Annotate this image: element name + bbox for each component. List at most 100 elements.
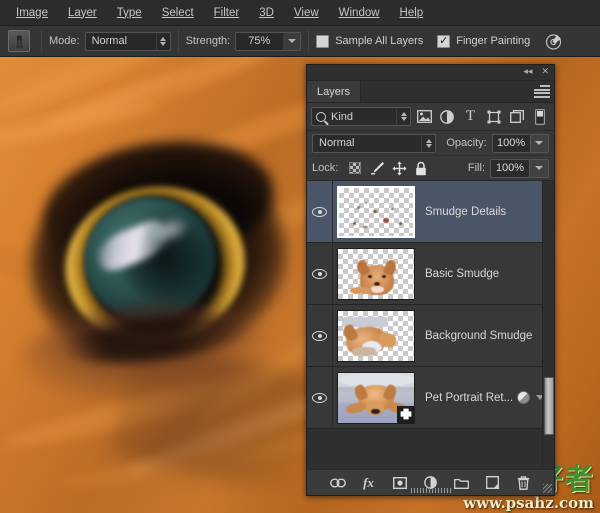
close-panel-icon[interactable]: ✕ <box>541 68 549 77</box>
table-row[interactable]: Pet Portrait Ret... <box>307 367 554 429</box>
menu-item-type-label: Type <box>116 6 142 19</box>
layer-name: Smudge Details <box>425 205 507 218</box>
add-layer-mask-icon[interactable] <box>392 475 408 491</box>
new-layer-icon[interactable] <box>485 475 501 491</box>
photoshop-window: Image Layer Type Select Filter 3D View W… <box>0 0 600 513</box>
filter-shape-icon[interactable] <box>484 107 504 127</box>
panel-title-bar[interactable]: ◂◂ ✕ <box>307 65 554 81</box>
link-layers-icon[interactable] <box>329 475 346 491</box>
table-row[interactable]: Background Smudge <box>307 305 554 367</box>
smart-object-badge-icon <box>397 405 414 423</box>
finger-painting-checkbox[interactable]: ✓ Finger Painting <box>437 34 531 48</box>
tab-layers[interactable]: Layers <box>307 81 362 102</box>
tablet-pressure-glyph <box>546 33 562 50</box>
menu-item-filter[interactable]: Filter <box>204 4 250 22</box>
menu-item-select[interactable]: Select <box>152 4 204 22</box>
link-glyph <box>329 478 346 487</box>
tablet-pressure-icon[interactable] <box>544 32 563 51</box>
fill-value: 100% <box>495 162 525 174</box>
scrollbar[interactable] <box>542 181 554 469</box>
menu-item-layer[interactable]: Layer <box>58 4 107 22</box>
scrollbar-thumb[interactable] <box>544 377 554 435</box>
filter-smartobject-icon[interactable] <box>507 107 527 127</box>
lock-position-icon[interactable] <box>389 159 409 177</box>
trash-glyph <box>517 475 530 490</box>
menu-item-window[interactable]: Window <box>329 4 390 22</box>
smudge-tool-icon[interactable] <box>8 30 30 52</box>
blend-mode-row: Normal Opacity: 100% <box>307 131 554 156</box>
filter-pixel-icon[interactable] <box>414 107 434 127</box>
strength-field[interactable]: 75% <box>235 31 302 51</box>
layer-name: Pet Portrait Ret... <box>425 391 514 404</box>
eye-icon <box>312 330 327 341</box>
menu-item-3d[interactable]: 3D <box>249 4 284 22</box>
mode-spinner-icon[interactable] <box>155 32 170 50</box>
fill-field[interactable]: 100% <box>490 158 530 178</box>
menu-item-view-label: View <box>293 6 319 19</box>
opacity-label: Opacity: <box>446 137 487 149</box>
menu-item-help[interactable]: Help <box>390 4 434 22</box>
layer-thumbnail <box>337 309 415 362</box>
menu-item-type[interactable]: Type <box>107 4 152 22</box>
sample-all-layers-checkbox[interactable]: ✓ Sample All Layers <box>316 34 423 48</box>
layers-panel: ◂◂ ✕ Layers Kind T Normal Opacity: 100% … <box>306 64 555 496</box>
layer-thumbnail-cell[interactable] <box>333 367 419 428</box>
layer-style-fx-icon[interactable]: fx <box>361 475 377 491</box>
new-layer-glyph <box>486 476 499 489</box>
panel-menu-icon[interactable] <box>534 85 550 98</box>
filter-smartobject-glyph <box>509 109 524 123</box>
menu-item-filter-label: Filter <box>213 6 240 19</box>
strength-dropdown-icon[interactable] <box>282 32 301 50</box>
layer-list[interactable]: Smudge Details Basic Smudge Background S… <box>307 181 554 469</box>
eye-icon <box>312 268 327 279</box>
panel-resize-grip[interactable] <box>543 484 552 493</box>
eye-icon <box>312 206 327 217</box>
menu-item-image[interactable]: Image <box>6 4 58 22</box>
sample-all-layers-checkmark-icon: ✓ <box>316 34 330 48</box>
panel-drag-grip[interactable] <box>410 488 451 493</box>
blend-mode-spinner-icon[interactable] <box>421 134 435 152</box>
layer-thumbnail-cell[interactable] <box>333 305 419 366</box>
filter-toggle-icon[interactable] <box>530 107 550 127</box>
menu-item-3d-label: 3D <box>259 6 274 19</box>
filter-kind-spinner-icon[interactable] <box>396 108 410 125</box>
menu-item-layer-label: Layer <box>67 6 97 19</box>
finger-painting-label: Finger Painting <box>456 35 531 47</box>
table-row[interactable]: Basic Smudge <box>307 243 554 305</box>
strength-value: 75% <box>248 35 271 47</box>
collapse-panel-icon[interactable]: ◂◂ <box>523 68 532 77</box>
tab-layers-label: Layers <box>317 85 351 98</box>
folder-glyph <box>454 478 469 489</box>
delete-layer-icon[interactable] <box>516 475 532 491</box>
layer-visibility-toggle[interactable] <box>307 367 333 428</box>
filter-shape-glyph <box>487 110 501 123</box>
layer-thumbnail-cell[interactable] <box>333 243 419 304</box>
layer-thumbnail <box>337 371 415 424</box>
menu-item-view[interactable]: View <box>284 4 329 22</box>
lock-all-icon[interactable] <box>411 159 431 177</box>
new-group-icon[interactable] <box>454 475 470 491</box>
table-row[interactable]: Smudge Details <box>307 181 554 243</box>
filter-adjustment-icon[interactable] <box>437 107 457 127</box>
layer-effects-icon[interactable] <box>517 391 530 404</box>
layer-visibility-toggle[interactable] <box>307 181 333 242</box>
fill-label: Fill: <box>467 162 485 174</box>
menu-item-window-label: Window <box>338 6 380 19</box>
fill-dropdown-icon[interactable] <box>530 158 549 178</box>
layer-visibility-toggle[interactable] <box>307 305 333 366</box>
options-divider-3 <box>308 30 310 52</box>
layer-thumbnail-cell[interactable] <box>333 181 419 242</box>
opacity-dropdown-icon[interactable] <box>530 133 549 153</box>
layer-visibility-toggle[interactable] <box>307 243 333 304</box>
panel-tab-strip: Layers <box>307 81 554 103</box>
mode-select[interactable]: Normal <box>84 31 171 51</box>
mode-value: Normal <box>91 35 128 47</box>
blend-mode-select[interactable]: Normal <box>312 133 437 153</box>
filter-type-icon[interactable]: T <box>460 107 480 127</box>
mode-label: Mode: <box>49 35 80 47</box>
opacity-field[interactable]: 100% <box>491 133 531 153</box>
layer-thumbnail <box>337 185 415 238</box>
filter-kind-select[interactable]: Kind <box>311 107 412 126</box>
lock-image-icon[interactable] <box>367 159 387 177</box>
lock-transparency-icon[interactable] <box>345 159 365 177</box>
